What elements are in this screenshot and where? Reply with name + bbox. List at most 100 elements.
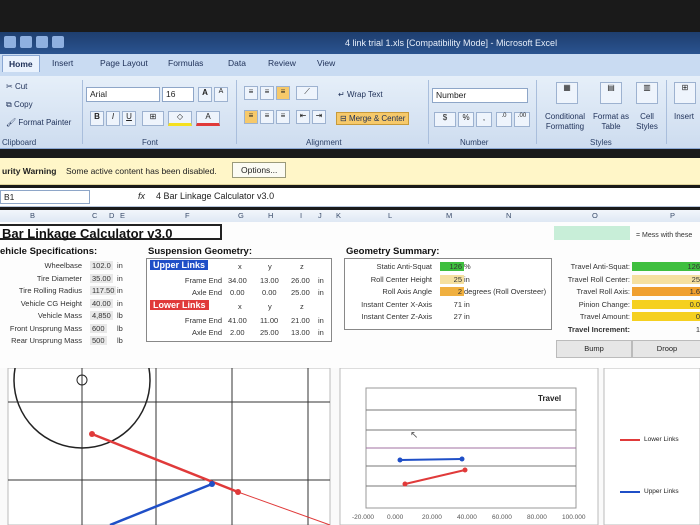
legend-panel xyxy=(603,368,700,525)
italic-button[interactable]: I xyxy=(106,111,120,126)
bump-button[interactable]: Bump xyxy=(556,340,632,358)
cut-button[interactable]: ✂ Cut xyxy=(6,82,27,91)
conditional-formatting-icon[interactable]: ▦ xyxy=(556,82,578,104)
format-painter-button[interactable]: 🖌 Format Painter xyxy=(6,118,71,127)
tab-formulas[interactable]: Formulas xyxy=(168,58,203,68)
tab-home[interactable]: Home xyxy=(2,55,40,72)
font-color-button[interactable]: A xyxy=(196,111,220,126)
upper-frame-y[interactable]: 13.00 xyxy=(260,276,279,285)
col-header[interactable]: O xyxy=(592,211,598,220)
vehicle-spec-value[interactable]: 117.50 xyxy=(90,286,117,295)
options-button[interactable]: Options... xyxy=(232,162,287,178)
geometry-heading: Geometry Summary: xyxy=(346,246,440,257)
col-header[interactable]: P xyxy=(670,211,675,220)
copy-button[interactable]: ⧉ Copy xyxy=(6,100,33,110)
lower-axle-z[interactable]: 13.00 xyxy=(291,328,310,337)
upper-frame-z[interactable]: 26.00 xyxy=(291,276,310,285)
droop-button[interactable]: Droop xyxy=(632,340,700,358)
tab-view[interactable]: View xyxy=(317,58,335,68)
lower-frame-x[interactable]: 41.00 xyxy=(228,316,247,325)
grow-font-button[interactable]: A xyxy=(198,87,212,102)
save-icon[interactable] xyxy=(20,36,32,48)
lower-axle-y[interactable]: 25.00 xyxy=(260,328,279,337)
col-header[interactable]: G xyxy=(238,211,244,220)
fx-icon[interactable]: fx xyxy=(138,191,145,201)
conditional-formatting-button[interactable]: Conditional Formatting xyxy=(540,112,590,132)
cell-styles-button[interactable]: Cell Styles xyxy=(632,112,662,132)
align-top-button[interactable]: ≡ xyxy=(244,86,258,100)
lower-axle-x[interactable]: 2.00 xyxy=(230,328,245,337)
name-box[interactable]: B1 xyxy=(0,190,90,204)
insert-cells-icon[interactable]: ⊞ xyxy=(674,82,696,104)
align-middle-button[interactable]: ≡ xyxy=(260,86,274,100)
vehicle-spec-unit: in xyxy=(117,261,123,270)
borders-button[interactable]: ⊞ xyxy=(142,111,164,126)
lower-frame-z[interactable]: 21.00 xyxy=(291,316,310,325)
tab-data[interactable]: Data xyxy=(228,58,246,68)
bold-button[interactable]: B xyxy=(90,111,104,126)
increase-indent-button[interactable]: ⇥ xyxy=(312,110,326,124)
cell-styles-icon[interactable]: ▥ xyxy=(636,82,658,104)
office-button-icon[interactable] xyxy=(4,36,16,48)
decrease-decimal-button[interactable]: .00 xyxy=(514,112,530,127)
col-header[interactable]: D xyxy=(109,211,114,220)
col-header[interactable]: L xyxy=(388,211,392,220)
number-format-select[interactable]: Number xyxy=(432,88,528,103)
selected-cell-b1[interactable]: Bar Linkage Calculator v3.0 xyxy=(0,224,222,241)
x-tick-label: 60.000 xyxy=(492,514,512,521)
align-bottom-button[interactable]: ≡ xyxy=(276,86,290,100)
formula-input[interactable]: 4 Bar Linkage Calculator v3.0 xyxy=(156,191,274,201)
quick-access-toolbar[interactable] xyxy=(4,36,64,48)
upper-frame-x[interactable]: 34.00 xyxy=(228,276,247,285)
redo-icon[interactable] xyxy=(52,36,64,48)
travel-label: Travel Amount: xyxy=(579,312,630,321)
fill-color-button[interactable]: ◇ xyxy=(168,111,192,126)
col-header[interactable]: N xyxy=(506,211,511,220)
format-table-icon[interactable]: ▤ xyxy=(600,82,622,104)
insert-cells-button[interactable]: Insert xyxy=(674,112,694,121)
percent-button[interactable]: % xyxy=(458,112,474,127)
merge-center-button[interactable]: ⊟ Merge & Center xyxy=(336,112,410,125)
shrink-font-button[interactable]: A xyxy=(214,87,228,102)
geometry-unit: in xyxy=(464,274,470,284)
vehicle-spec-unit: lb xyxy=(117,336,123,345)
upper-axle-z[interactable]: 25.00 xyxy=(291,288,310,297)
currency-button[interactable]: $ xyxy=(434,112,456,127)
col-header[interactable]: C xyxy=(92,211,97,220)
vehicle-spec-value[interactable]: 4,850 xyxy=(90,311,113,320)
tab-page-layout[interactable]: Page Layout xyxy=(100,58,148,68)
align-center-button[interactable]: ≡ xyxy=(260,110,274,124)
decrease-indent-button[interactable]: ⇤ xyxy=(296,110,310,124)
upper-axle-y[interactable]: 0.00 xyxy=(262,288,277,297)
tab-insert[interactable]: Insert xyxy=(52,58,73,68)
col-header[interactable]: J xyxy=(318,211,322,220)
vehicle-spec-value[interactable]: 500 xyxy=(90,336,107,345)
increase-decimal-button[interactable]: .0 xyxy=(496,112,512,127)
orientation-button[interactable]: ⟋ xyxy=(296,86,318,100)
col-header[interactable]: M xyxy=(446,211,452,220)
col-header[interactable]: I xyxy=(300,211,302,220)
upper-axle-x[interactable]: 0.00 xyxy=(230,288,245,297)
lower-frame-y[interactable]: 11.00 xyxy=(260,316,278,325)
vehicle-spec-value[interactable]: 600 xyxy=(90,323,107,333)
font-name-select[interactable]: Arial xyxy=(86,87,160,102)
vehicle-spec-value[interactable]: 102.0 xyxy=(90,261,113,270)
vehicle-spec-value[interactable]: 35.00 xyxy=(90,273,113,283)
vehicle-spec-value[interactable]: 40.00 xyxy=(90,298,113,308)
tab-review[interactable]: Review xyxy=(268,58,296,68)
col-header[interactable]: K xyxy=(336,211,341,220)
wrap-text-button[interactable]: ↵ Wrap Text xyxy=(338,90,383,99)
format-as-table-button[interactable]: Format as Table xyxy=(592,112,630,132)
col-header[interactable]: E xyxy=(120,211,125,220)
align-left-button[interactable]: ≡ xyxy=(244,110,258,124)
comma-button[interactable]: , xyxy=(476,112,492,127)
col-header[interactable]: H xyxy=(268,211,273,220)
font-size-select[interactable]: 16 xyxy=(162,87,194,102)
col-header[interactable]: B xyxy=(30,211,35,220)
undo-icon[interactable] xyxy=(36,36,48,48)
underline-button[interactable]: U xyxy=(122,111,136,126)
align-right-button[interactable]: ≡ xyxy=(276,110,290,124)
worksheet[interactable]: Bar Linkage Calculator v3.0 = Mess with … xyxy=(0,222,700,368)
col-header[interactable]: F xyxy=(185,211,190,220)
vehicle-spec-label: Wheelbase xyxy=(44,261,82,270)
